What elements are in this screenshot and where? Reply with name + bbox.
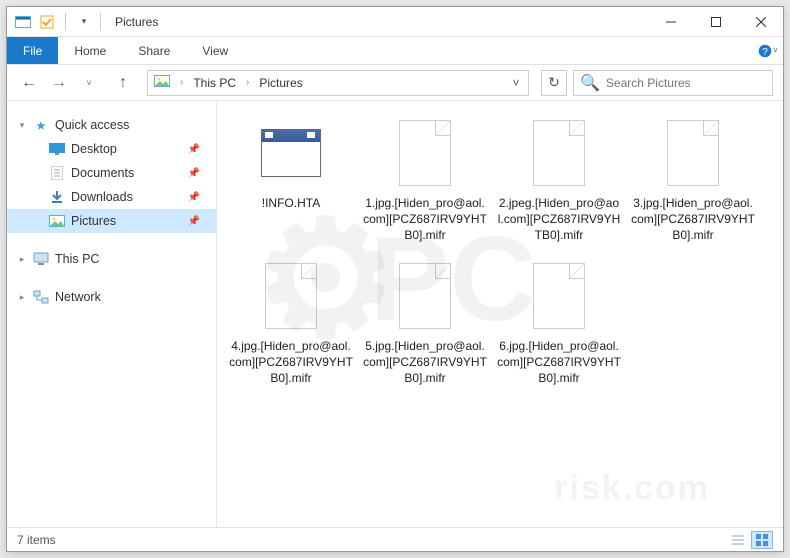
file-name-label: 6.jpg.[Hiden_pro@aol.com][PCZ687IRV9YHTB… xyxy=(497,338,621,387)
documents-icon xyxy=(49,165,65,181)
star-icon: ★ xyxy=(33,117,49,133)
minimize-button[interactable] xyxy=(648,7,693,37)
svg-text:?: ? xyxy=(762,47,768,58)
sidebar-item-desktop[interactable]: Desktop 📌 xyxy=(7,137,216,161)
close-button[interactable] xyxy=(738,7,783,37)
file-item[interactable]: 5.jpg.[Hiden_pro@aol.com][PCZ687IRV9YHTB… xyxy=(359,256,491,391)
ribbon-file-tab[interactable]: File xyxy=(7,37,58,64)
sidebar-item-documents[interactable]: Documents 📌 xyxy=(7,161,216,185)
desktop-icon xyxy=(49,141,65,157)
sidebar-item-label: Desktop xyxy=(71,142,117,156)
address-dropdown-icon[interactable]: ˅ xyxy=(506,76,526,90)
ribbon: File Home Share View ? ˅ xyxy=(7,37,783,65)
sidebar-quick-access[interactable]: ▾ ★ Quick access xyxy=(7,113,216,137)
sidebar-item-downloads[interactable]: Downloads 📌 xyxy=(7,185,216,209)
ribbon-help-button[interactable]: ? ˅ xyxy=(753,37,783,64)
sidebar-item-label: Pictures xyxy=(71,214,116,228)
file-name-label: 3.jpg.[Hiden_pro@aol.com][PCZ687IRV9YHTB… xyxy=(631,195,755,244)
window-title: Pictures xyxy=(115,15,158,29)
search-box[interactable]: 🔍 xyxy=(573,70,773,96)
file-name-label: !INFO.HTA xyxy=(262,195,320,211)
forward-button[interactable]: → xyxy=(47,71,71,95)
file-item[interactable]: 6.jpg.[Hiden_pro@aol.com][PCZ687IRV9YHTB… xyxy=(493,256,625,391)
file-item[interactable]: !INFO.HTA xyxy=(225,113,357,248)
app-icon xyxy=(13,12,33,32)
computer-icon xyxy=(33,251,49,267)
details-view-button[interactable] xyxy=(727,531,749,549)
sidebar-item-label: Downloads xyxy=(71,190,133,204)
sidebar-item-pictures[interactable]: Pictures 📌 xyxy=(7,209,216,233)
navbar: ← → ˅ ↑ › This PC › Pictures ˅ ↻ 🔍 xyxy=(7,65,783,101)
statusbar: 7 items xyxy=(7,527,783,551)
sidebar-network[interactable]: ▸ Network xyxy=(7,285,216,309)
sidebar-item-label: Network xyxy=(55,290,101,304)
address-bar[interactable]: › This PC › Pictures ˅ xyxy=(147,70,529,96)
hta-file-icon xyxy=(255,117,327,189)
downloads-icon xyxy=(49,189,65,205)
chevron-right-icon[interactable]: › xyxy=(244,77,251,88)
ribbon-tab-view[interactable]: View xyxy=(186,37,244,64)
file-item[interactable]: 1.jpg.[Hiden_pro@aol.com][PCZ687IRV9YHTB… xyxy=(359,113,491,248)
sidebar-item-label: Quick access xyxy=(55,118,129,132)
file-name-label: 2.jpeg.[Hiden_pro@aol.com][PCZ687IRV9YHT… xyxy=(497,195,621,244)
pin-icon: 📌 xyxy=(188,168,200,179)
unknown-file-icon xyxy=(389,260,461,332)
network-icon xyxy=(33,289,49,305)
refresh-button[interactable]: ↻ xyxy=(541,70,567,96)
qat-dropdown-icon[interactable]: ▾ xyxy=(74,12,94,32)
pin-icon: 📌 xyxy=(188,144,200,155)
sidebar-item-label: Documents xyxy=(71,166,134,180)
unknown-file-icon xyxy=(657,117,729,189)
pictures-icon xyxy=(154,75,170,90)
qat-properties-icon[interactable] xyxy=(37,12,57,32)
search-input[interactable] xyxy=(606,76,766,90)
recent-locations-button[interactable]: ˅ xyxy=(77,71,101,95)
search-icon: 🔍 xyxy=(580,73,600,93)
unknown-file-icon xyxy=(255,260,327,332)
file-item[interactable]: 3.jpg.[Hiden_pro@aol.com][PCZ687IRV9YHTB… xyxy=(627,113,759,248)
ribbon-tab-share[interactable]: Share xyxy=(122,37,186,64)
file-name-label: 4.jpg.[Hiden_pro@aol.com][PCZ687IRV9YHTB… xyxy=(229,338,353,387)
ribbon-tab-home[interactable]: Home xyxy=(58,37,122,64)
file-list-pane[interactable]: !INFO.HTA 1.jpg.[Hiden_pro@aol.com][PCZ68… xyxy=(217,101,783,527)
chevron-right-icon[interactable]: ▸ xyxy=(17,254,27,265)
breadcrumb-this-pc[interactable]: This PC xyxy=(189,74,240,92)
item-count-label: 7 items xyxy=(17,533,56,547)
file-item[interactable]: 4.jpg.[Hiden_pro@aol.com][PCZ687IRV9YHTB… xyxy=(225,256,357,391)
maximize-button[interactable] xyxy=(693,7,738,37)
pictures-icon xyxy=(49,213,65,229)
chevron-right-icon[interactable]: ▸ xyxy=(17,292,27,303)
sidebar-item-label: This PC xyxy=(55,252,99,266)
file-name-label: 5.jpg.[Hiden_pro@aol.com][PCZ687IRV9YHTB… xyxy=(363,338,487,387)
unknown-file-icon xyxy=(389,117,461,189)
sidebar-this-pc[interactable]: ▸ This PC xyxy=(7,247,216,271)
back-button[interactable]: ← xyxy=(17,71,41,95)
thumbnails-view-button[interactable] xyxy=(751,531,773,549)
breadcrumb-pictures[interactable]: Pictures xyxy=(255,74,306,92)
navigation-pane[interactable]: ▾ ★ Quick access Desktop 📌 Documents 📌 D… xyxy=(7,101,217,527)
file-name-label: 1.jpg.[Hiden_pro@aol.com][PCZ687IRV9YHTB… xyxy=(363,195,487,244)
pin-icon: 📌 xyxy=(188,192,200,203)
unknown-file-icon xyxy=(523,260,595,332)
explorer-window: ▾ Pictures File Home Share View ? ˅ ← → xyxy=(6,6,784,552)
unknown-file-icon xyxy=(523,117,595,189)
chevron-down-icon[interactable]: ▾ xyxy=(17,120,27,131)
up-button[interactable]: ↑ xyxy=(111,71,135,95)
file-item[interactable]: 2.jpeg.[Hiden_pro@aol.com][PCZ687IRV9YHT… xyxy=(493,113,625,248)
chevron-right-icon[interactable]: › xyxy=(178,77,185,88)
titlebar: ▾ Pictures xyxy=(7,7,783,37)
pin-icon: 📌 xyxy=(188,216,200,227)
